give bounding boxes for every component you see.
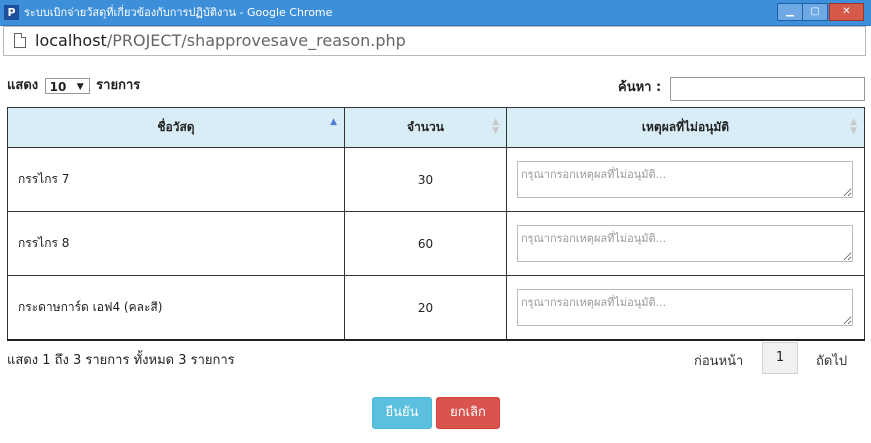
materials-table: ชื่อวัสดุ ▲ จำนวน ▲ ▼ เหตุผลที่ไม่อนุมัติ ▲ ▼… [7,107,865,341]
window-title: ระบบเบิกจ่ายวัสดุที่เกี่ยวข้องกับการปฏิบ… [24,6,333,19]
address-bar[interactable]: localhost/PROJECT/shapprovesave_reason.p… [3,26,866,56]
sort-icon: ▲ ▼ [850,117,857,136]
length-select[interactable]: 10 ▼ [44,77,90,94]
column-header-label: เหตุผลที่ไม่อนุมัติ [641,120,730,134]
reason-input[interactable] [517,161,853,198]
pagination-page[interactable]: 1 [762,342,798,374]
length-prefix: แสดง [7,78,39,93]
search-control: ค้นหา : [618,77,865,101]
table-row: กรรไกร 7 30 [7,147,865,212]
length-suffix: รายการ [96,78,141,93]
length-value: 10 [49,79,67,94]
column-header-label: จำนวน [407,120,444,134]
material-name: กระดาษการ์ด เอฟ4 (คละสี) [7,275,345,341]
cancel-button[interactable]: ยกเลิก [436,397,500,429]
material-qty: 60 [344,211,507,276]
pagination-next[interactable]: ถัดไป [816,350,847,371]
sort-icon: ▲ ▼ [492,117,499,136]
column-header-label: ชื่อวัสดุ [157,120,195,134]
chevron-down-icon: ▼ [76,81,84,92]
search-input[interactable] [670,77,865,101]
column-header-name[interactable]: ชื่อวัสดุ ▲ [7,107,345,148]
table-info: แสดง 1 ถึง 3 รายการ ทั้งหมด 3 รายการ [7,353,235,368]
window-titlebar[interactable]: P ระบบเบิกจ่ายวัสดุที่เกี่ยวข้องกับการปฏ… [0,0,871,26]
pagination-prev[interactable]: ก่อนหน้า [694,350,743,371]
confirm-button[interactable]: ยืนยัน [372,397,432,429]
search-label: ค้นหา : [618,80,662,95]
minimize-icon[interactable]: ▁ [777,3,803,21]
table-header-row: ชื่อวัสดุ ▲ จำนวน ▲ ▼ เหตุผลที่ไม่อนุมัติ ▲ ▼ [7,107,865,148]
material-qty: 30 [344,147,507,212]
url-host: localhost [35,31,107,50]
page-icon [14,33,26,48]
url-text[interactable]: localhost/PROJECT/shapprovesave_reason.p… [35,32,406,50]
column-header-qty[interactable]: จำนวน ▲ ▼ [344,107,507,148]
reason-cell [506,211,865,276]
table-row: กระดาษการ์ด เอฟ4 (คละสี) 20 [7,275,865,341]
table-row: กรรไกร 8 60 [7,211,865,276]
length-control: แสดง 10 ▼ รายการ [7,76,140,96]
url-path: /PROJECT/shapprovesave_reason.php [106,31,406,50]
app-icon: P [4,5,19,20]
reason-cell [506,275,865,341]
reason-input[interactable] [517,225,853,262]
material-name: กรรไกร 8 [7,211,345,276]
column-header-reason[interactable]: เหตุผลที่ไม่อนุมัติ ▲ ▼ [506,107,865,148]
close-icon[interactable]: ✕ [829,3,864,21]
maximize-icon[interactable]: ▢ [802,3,828,21]
material-qty: 20 [344,275,507,341]
sort-asc-icon: ▲ [330,117,337,127]
reason-cell [506,147,865,212]
material-name: กรรไกร 7 [7,147,345,212]
reason-input[interactable] [517,289,853,326]
